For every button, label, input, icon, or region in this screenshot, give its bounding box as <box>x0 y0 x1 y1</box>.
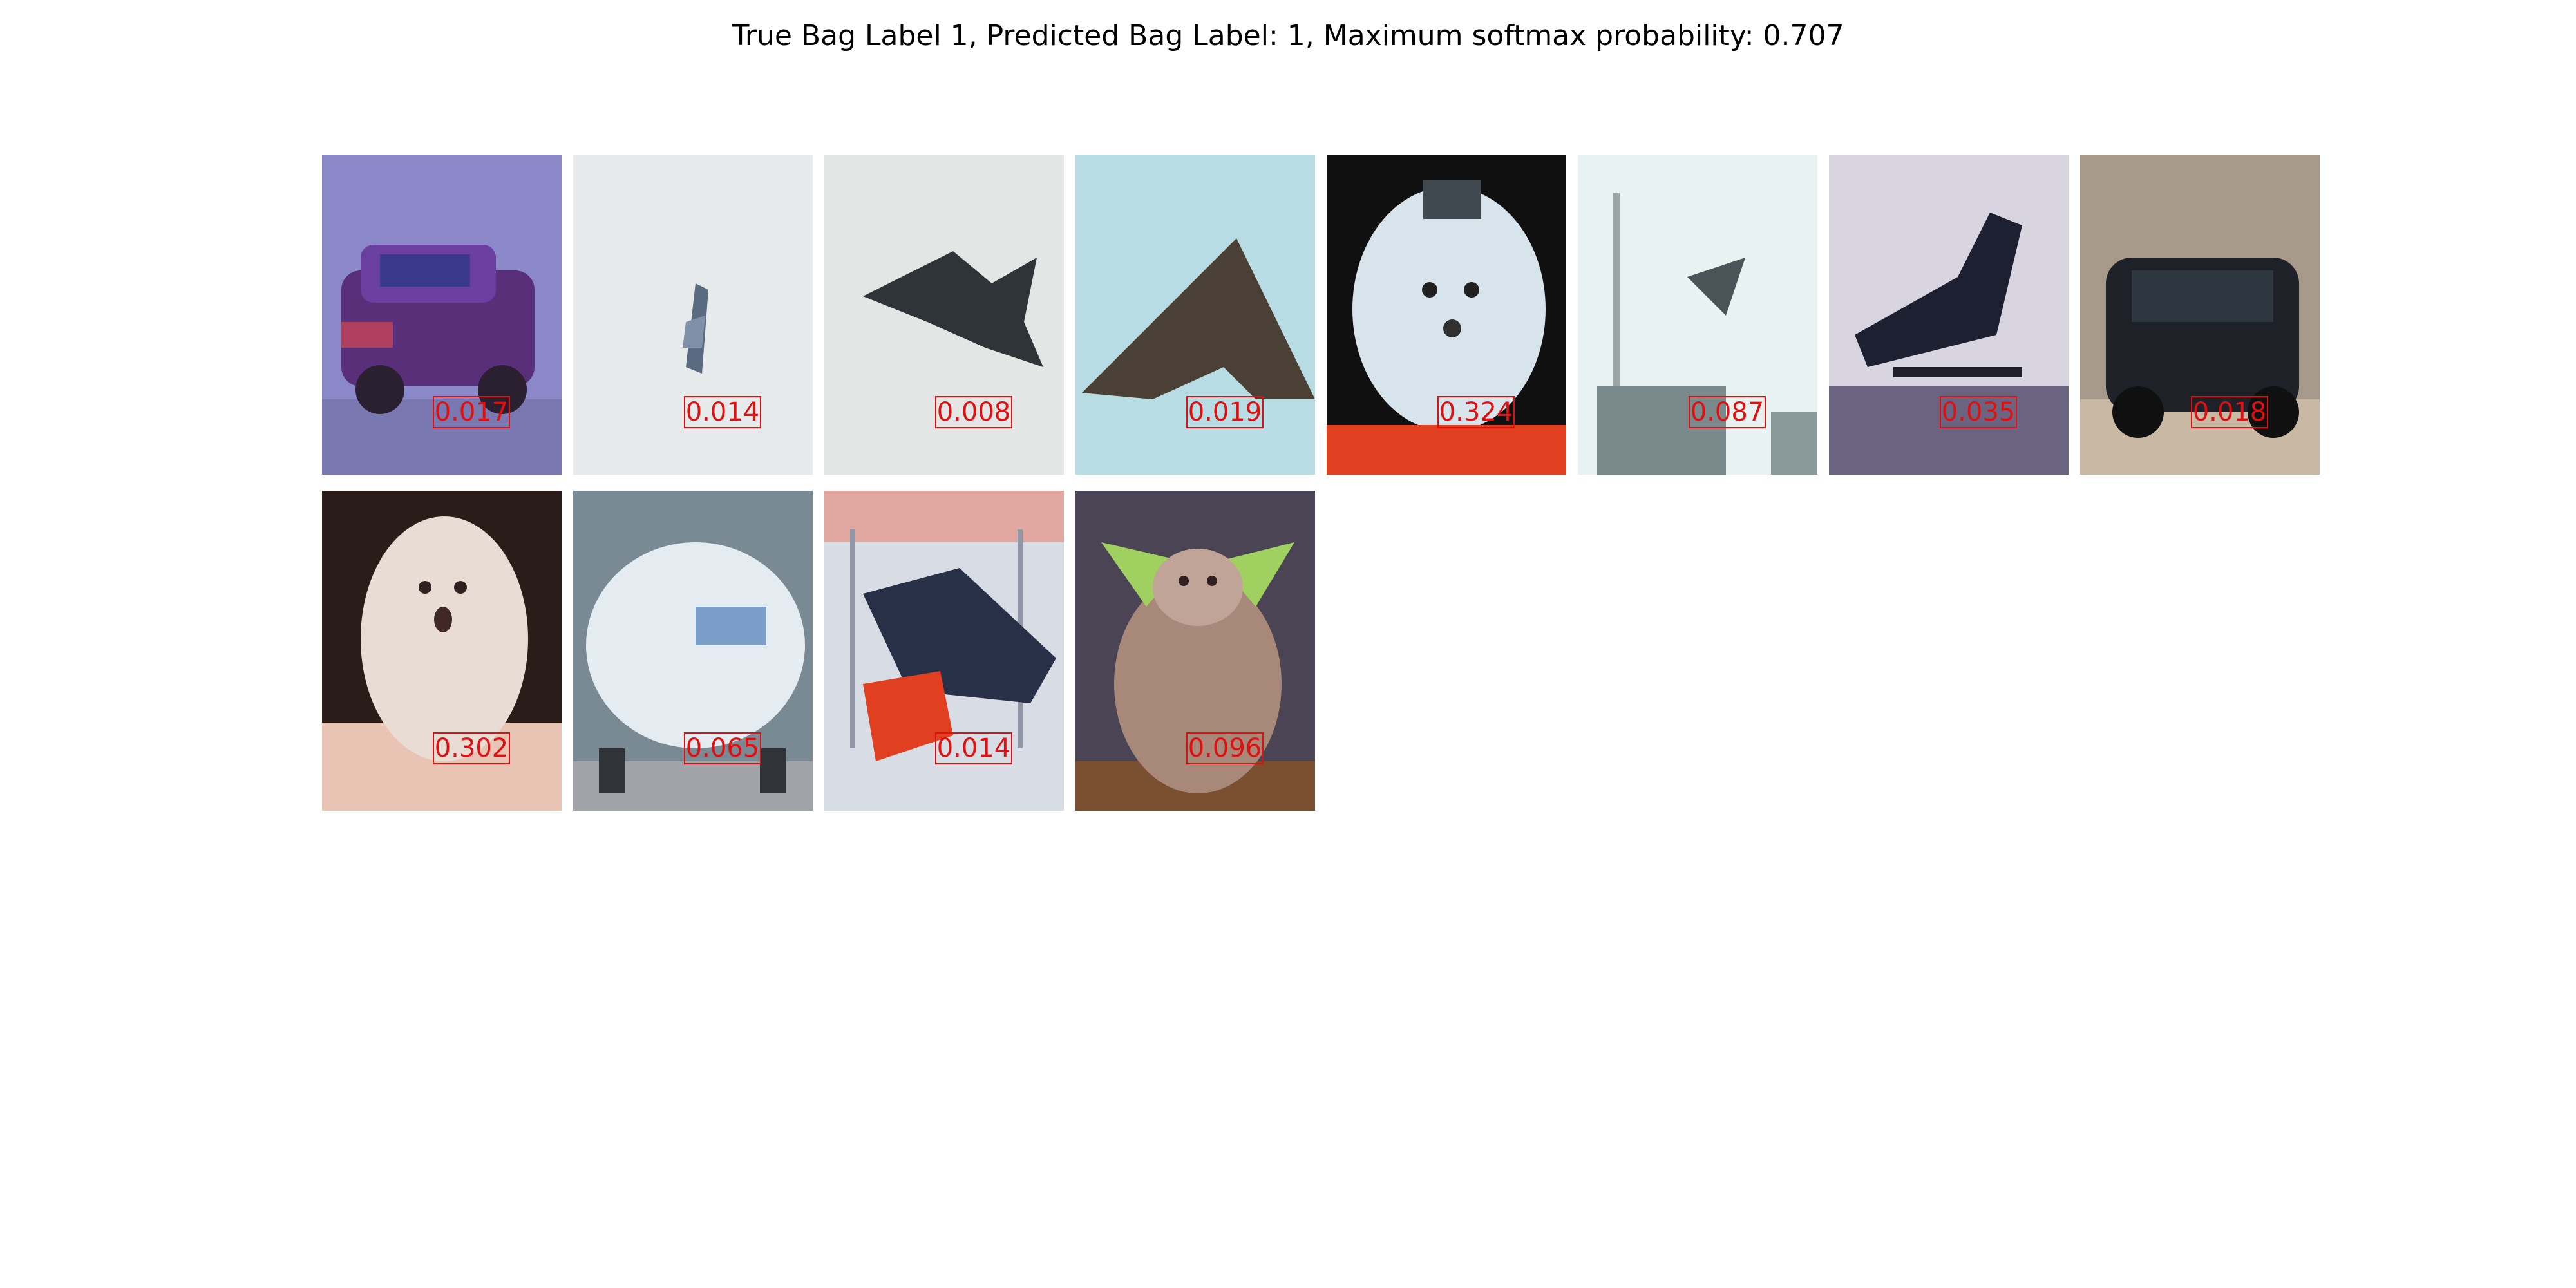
attention-score-label: 0.035 <box>1940 396 2017 428</box>
instance-tile: 0.014 <box>573 155 813 475</box>
instance-tile: 0.087 <box>1578 155 1817 475</box>
attention-score-label: 0.019 <box>1186 396 1264 428</box>
attention-score-label: 0.008 <box>935 396 1012 428</box>
instance-tile: 0.065 <box>573 491 813 811</box>
instance-tile: 0.008 <box>824 155 1064 475</box>
figure-title: True Bag Label 1, Predicted Bag Label: 1… <box>732 19 1844 52</box>
attention-score-label: 0.087 <box>1689 396 1766 428</box>
attention-score-label: 0.096 <box>1186 732 1264 764</box>
attention-score-label: 0.018 <box>2191 396 2268 428</box>
instance-tile: 0.017 <box>322 155 562 475</box>
instance-tile: 0.019 <box>1075 155 1315 475</box>
attention-score-label: 0.014 <box>935 732 1012 764</box>
instance-tile: 0.096 <box>1075 491 1315 811</box>
attention-score-label: 0.017 <box>433 396 510 428</box>
attention-score-label: 0.014 <box>684 396 761 428</box>
instance-tile: 0.018 <box>2080 155 2320 475</box>
instance-tile: 0.035 <box>1829 155 2069 475</box>
attention-score-label: 0.324 <box>1437 396 1515 428</box>
instance-tile: 0.014 <box>824 491 1064 811</box>
attention-score-label: 0.302 <box>433 732 510 764</box>
instance-tile: 0.302 <box>322 491 562 811</box>
attention-score-label: 0.065 <box>684 732 761 764</box>
instance-tile: 0.324 <box>1327 155 1566 475</box>
